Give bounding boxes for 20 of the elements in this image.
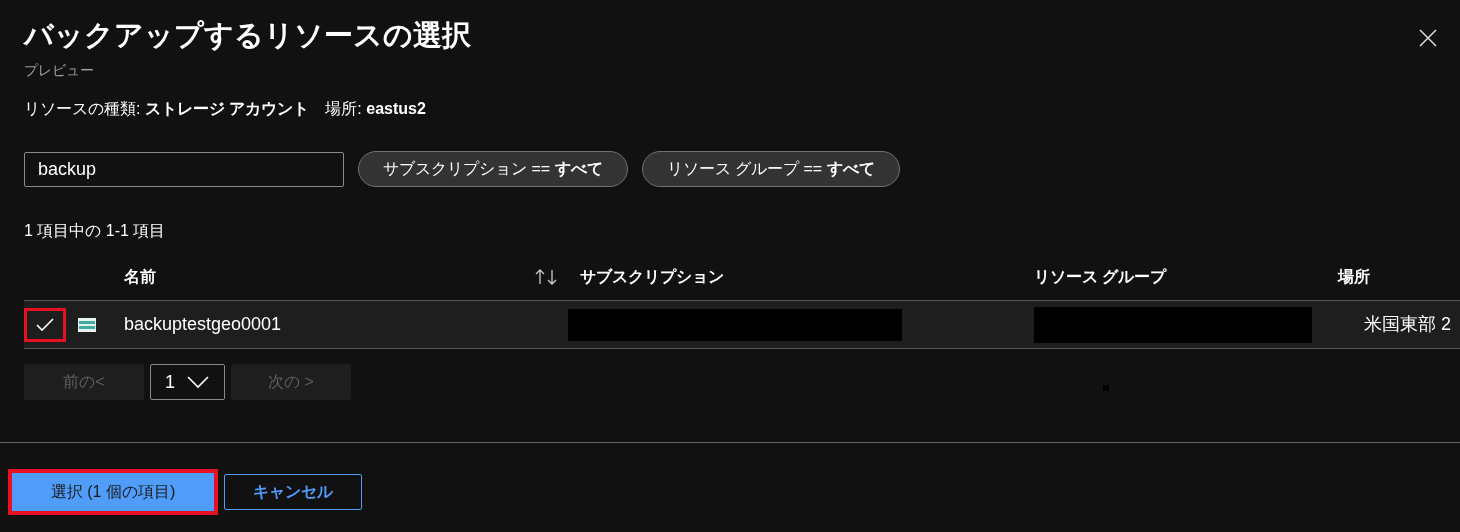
column-header[interactable]: 名前 — [124, 264, 534, 289]
chevron-down-icon — [186, 375, 210, 389]
subtitle: プレビュー — [24, 61, 94, 80]
filter-chip[interactable]: サブスクリプション == すべて — [358, 151, 628, 187]
column-header[interactable]: リソース グループ — [1034, 264, 1338, 289]
select-button[interactable]: 選択 (1 個の項目) — [8, 469, 218, 515]
cancel-button[interactable]: キャンセル — [224, 474, 362, 510]
info-text: リソースの種類: ストレージ アカウント — [24, 99, 310, 119]
search-field[interactable]: backup — [24, 151, 344, 187]
filter-chip[interactable]: リソース グループ == すべて — [641, 151, 900, 187]
item-count: 1 項目中の 1-1 項目 — [24, 221, 166, 241]
dialog-title: バックアップするリソースの選択 — [24, 18, 471, 53]
table-cell-text: backuptestgeo0001 — [124, 313, 283, 336]
column-header[interactable]: 場所 — [1338, 264, 1370, 289]
column-header[interactable]: サブスクリプション — [580, 264, 1034, 289]
info-text: 場所: eastus2 — [325, 99, 426, 119]
table-cell-text: 米国東部 2 — [1364, 313, 1451, 336]
storage-account-icon — [78, 317, 96, 332]
table-row[interactable]: backuptestgeo0001 米国東部 2 — [24, 301, 1460, 349]
page-dropdown[interactable]: 1 — [150, 364, 225, 400]
